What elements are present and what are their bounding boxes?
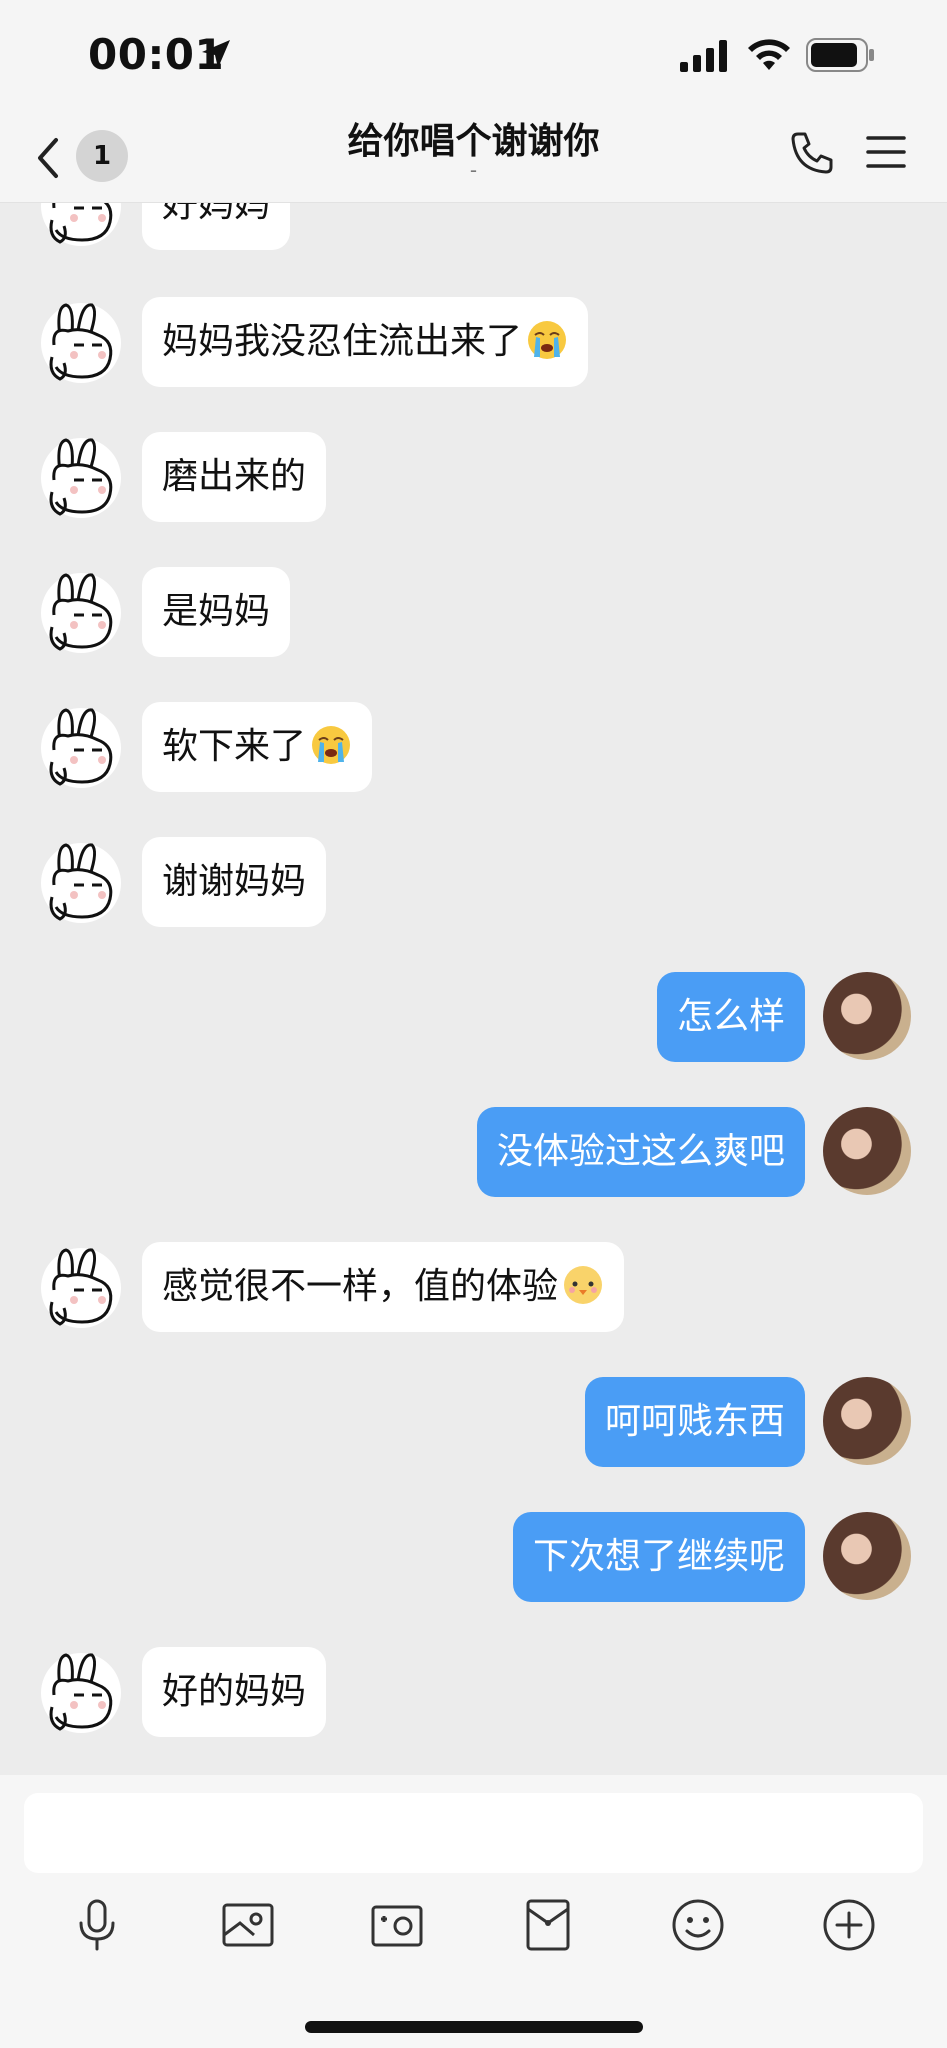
contact-avatar-bunny[interactable] xyxy=(38,1242,124,1328)
message-row-outgoing: 没体验过这么爽吧 xyxy=(0,1107,947,1199)
message-bubble-incoming[interactable]: 磨出来的 xyxy=(142,432,327,522)
location-arrow-icon xyxy=(202,40,230,68)
contact-avatar-bunny[interactable] xyxy=(38,702,124,788)
message-bubble-incoming[interactable]: 感觉很不一样，值的体验 xyxy=(142,1242,625,1332)
message-bubble-incoming[interactable]: 谢谢妈妈 xyxy=(142,837,327,927)
message-bubble-incoming[interactable]: 好的妈妈 xyxy=(142,1647,327,1737)
photo-icon[interactable] xyxy=(218,1895,278,1955)
message-bubble-incoming[interactable]: 软下来了 xyxy=(142,702,373,792)
message-row-outgoing: 怎么样 xyxy=(0,972,947,1064)
message-list[interactable]: 好妈妈 妈妈我没忍住流出来了 磨出来的 是妈妈 软下来了 谢谢妈妈 怎么样 没体… xyxy=(0,203,947,1775)
message-row-incoming: 磨出来的 xyxy=(0,432,947,524)
message-row-incoming: 好妈妈 xyxy=(0,203,947,252)
crying-face-emoji-icon xyxy=(310,724,352,766)
message-bubble-incoming[interactable]: 妈妈我没忍住流出来了 xyxy=(142,297,589,387)
my-avatar[interactable] xyxy=(823,972,911,1060)
message-row-outgoing: 呵呵贱东西 xyxy=(0,1377,947,1469)
message-text: 呵呵贱东西 xyxy=(604,1401,785,1442)
contact-avatar-bunny[interactable] xyxy=(38,297,124,383)
my-avatar[interactable] xyxy=(823,1377,911,1465)
message-row-incoming: 妈妈我没忍住流出来了 xyxy=(0,297,947,389)
battery-icon xyxy=(806,38,874,72)
contact-avatar-bunny[interactable] xyxy=(38,203,124,246)
contact-avatar-bunny[interactable] xyxy=(38,432,124,518)
my-avatar[interactable] xyxy=(823,1512,911,1600)
message-text: 是妈妈 xyxy=(162,591,271,632)
message-row-incoming: 软下来了 xyxy=(0,702,947,794)
message-text: 好妈妈 xyxy=(162,203,271,225)
message-input[interactable] xyxy=(24,1793,923,1873)
contact-avatar-bunny[interactable] xyxy=(38,567,124,653)
message-row-incoming: 好的妈妈 xyxy=(0,1647,947,1739)
plus-icon[interactable] xyxy=(819,1895,879,1955)
message-bubble-outgoing[interactable]: 怎么样 xyxy=(656,972,805,1062)
contact-avatar-bunny[interactable] xyxy=(38,837,124,923)
message-text: 下次想了继续呢 xyxy=(532,1536,785,1577)
message-bubble-outgoing[interactable]: 没体验过这么爽吧 xyxy=(476,1107,805,1197)
phone-call-icon[interactable] xyxy=(786,128,836,178)
message-row-outgoing: 下次想了继续呢 xyxy=(0,1512,947,1604)
chick-face-emoji-icon xyxy=(562,1264,604,1306)
message-row-incoming: 谢谢妈妈 xyxy=(0,837,947,929)
message-text: 谢谢妈妈 xyxy=(162,861,307,902)
wifi-icon xyxy=(748,39,790,70)
red-packet-icon[interactable] xyxy=(518,1895,578,1955)
my-avatar[interactable] xyxy=(823,1107,911,1195)
message-text: 好的妈妈 xyxy=(162,1671,307,1712)
menu-icon[interactable] xyxy=(864,130,908,174)
message-text: 磨出来的 xyxy=(162,456,307,497)
contact-avatar-bunny[interactable] xyxy=(38,1647,124,1733)
cellular-signal-icon xyxy=(680,40,727,72)
chat-header: 1 给你唱个谢谢你 - xyxy=(0,112,947,203)
message-bubble-incoming[interactable]: 是妈妈 xyxy=(142,567,291,657)
input-area xyxy=(0,1775,947,2048)
message-text: 没体验过这么爽吧 xyxy=(496,1131,785,1172)
message-text: 软下来了 xyxy=(162,726,307,767)
message-row-incoming: 感觉很不一样，值的体验 xyxy=(0,1242,947,1334)
crying-face-emoji-icon xyxy=(526,319,568,361)
camera-icon[interactable] xyxy=(367,1895,427,1955)
status-bar: 00:01 xyxy=(0,0,947,112)
message-row-incoming: 是妈妈 xyxy=(0,567,947,659)
message-bubble-outgoing[interactable]: 呵呵贱东西 xyxy=(584,1377,805,1467)
emoji-icon[interactable] xyxy=(668,1895,728,1955)
home-indicator[interactable] xyxy=(305,2021,643,2033)
message-text: 妈妈我没忍住流出来了 xyxy=(162,321,523,362)
message-text: 感觉很不一样，值的体验 xyxy=(162,1266,559,1307)
message-text: 怎么样 xyxy=(676,996,785,1037)
mic-icon[interactable] xyxy=(67,1895,127,1955)
message-bubble-incoming[interactable]: 好妈妈 xyxy=(142,203,291,250)
message-bubble-outgoing[interactable]: 下次想了继续呢 xyxy=(512,1512,805,1602)
